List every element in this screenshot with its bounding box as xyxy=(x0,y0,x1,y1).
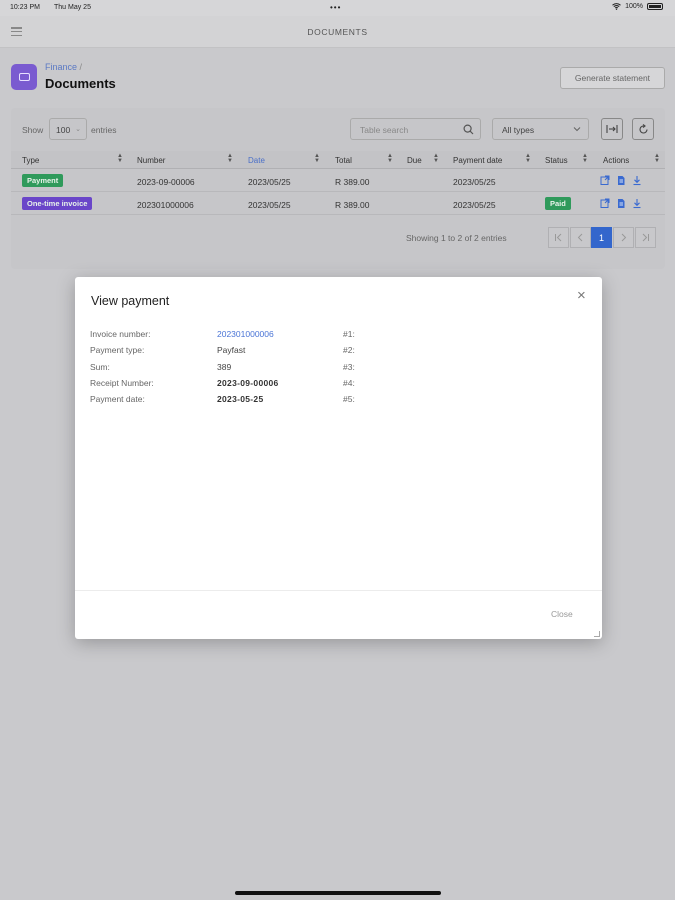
col-number[interactable]: Number xyxy=(137,156,165,165)
cell-date: 2023/05/25 xyxy=(248,177,291,187)
document-icon[interactable] xyxy=(616,175,626,186)
chevron-down-icon: ⌄ xyxy=(75,126,81,133)
hash-label: #3: xyxy=(343,362,355,372)
download-icon[interactable] xyxy=(632,175,642,186)
sort-icon[interactable]: ▲ ▼ xyxy=(227,153,233,164)
cell-total: R 389.00 xyxy=(335,200,370,210)
hash-label: #4: xyxy=(343,378,355,388)
search-icon xyxy=(463,124,474,135)
col-status[interactable]: Status xyxy=(545,156,568,165)
close-icon[interactable]: × xyxy=(577,288,586,303)
documents-icon xyxy=(11,64,37,90)
modal-divider xyxy=(75,590,602,591)
chevron-down-icon xyxy=(573,127,581,132)
chevron-right-icon xyxy=(621,233,627,242)
status-right: 100% xyxy=(612,3,663,10)
page-title: Documents xyxy=(45,76,116,91)
invoice-number-link[interactable]: 202301000006 xyxy=(217,329,274,339)
first-page-button[interactable] xyxy=(548,227,569,248)
sort-icon[interactable]: ▲ ▼ xyxy=(387,153,393,164)
sort-icon[interactable]: ▲ ▼ xyxy=(433,153,439,164)
app-title: DOCUMENTS xyxy=(307,27,368,37)
search-placeholder: Table search xyxy=(360,125,409,135)
last-page-button[interactable] xyxy=(635,227,656,248)
page-size-select[interactable]: 100 ⌄ xyxy=(49,118,87,140)
home-indicator[interactable] xyxy=(235,891,441,895)
type-filter-select[interactable]: All types xyxy=(492,118,589,140)
type-badge: One-time invoice xyxy=(22,197,93,210)
payment-type-value: Payfast xyxy=(217,345,246,355)
receipt-number-value: 2023-09-00006 xyxy=(217,378,279,388)
view-payment-modal: View payment × Invoice number: 202301000… xyxy=(75,277,602,639)
sort-icon[interactable]: ▲ ▼ xyxy=(117,153,123,164)
refresh-button[interactable] xyxy=(632,118,654,140)
next-page-button[interactable] xyxy=(613,227,634,248)
cell-number: 202301000006 xyxy=(137,200,194,210)
export-button[interactable] xyxy=(601,118,623,140)
table-row[interactable]: Payment 2023-09-00006 2023/05/25 R 389.0… xyxy=(11,170,665,192)
cell-date: 2023/05/25 xyxy=(248,200,291,210)
prev-page-button[interactable] xyxy=(570,227,591,248)
chevron-left-icon xyxy=(577,233,583,242)
resize-handle[interactable] xyxy=(594,631,600,637)
export-icon xyxy=(606,125,618,133)
status-bar: 10:23 PM Thu May 25 ••• 100% xyxy=(0,0,675,16)
field-label: Sum: xyxy=(90,362,110,372)
sort-icon[interactable]: ▲ ▼ xyxy=(654,153,660,164)
type-filter-value: All types xyxy=(502,125,535,135)
refresh-icon xyxy=(638,123,648,134)
table-header: Type ▲ ▼ Number ▲ ▼ Date ▲ ▼ Total ▲ ▼ Due ▲… xyxy=(11,151,665,169)
document-icon[interactable] xyxy=(616,198,626,209)
modal-title: View payment xyxy=(91,294,170,308)
open-icon[interactable] xyxy=(600,198,610,209)
hash-label: #2: xyxy=(343,345,355,355)
cell-total: R 389.00 xyxy=(335,177,370,187)
sort-icon[interactable]: ▲ ▼ xyxy=(525,153,531,164)
col-date[interactable]: Date xyxy=(248,156,265,165)
col-total[interactable]: Total xyxy=(335,156,352,165)
close-button[interactable]: Close xyxy=(551,609,573,619)
cell-payment-date: 2023/05/25 xyxy=(453,177,496,187)
field-label: Payment type: xyxy=(90,345,145,355)
search-input[interactable]: Table search xyxy=(350,118,481,140)
status-badge: Paid xyxy=(545,197,571,210)
status-time: 10:23 PM xyxy=(10,4,40,11)
open-icon[interactable] xyxy=(600,175,610,186)
download-icon[interactable] xyxy=(632,198,642,209)
status-date: Thu May 25 xyxy=(54,4,91,11)
breadcrumb-separator: / xyxy=(79,62,83,72)
generate-statement-button[interactable]: Generate statement xyxy=(560,67,665,89)
table-row[interactable]: One-time invoice 202301000006 2023/05/25… xyxy=(11,193,665,215)
hash-label: #1: xyxy=(343,329,355,339)
col-payment-date[interactable]: Payment date xyxy=(453,156,502,165)
multitask-dots[interactable]: ••• xyxy=(330,3,341,12)
breadcrumb: Finance / xyxy=(45,62,82,72)
col-actions: Actions xyxy=(603,156,630,165)
field-label: Receipt Number: xyxy=(90,378,154,388)
page-size-value: 100 xyxy=(56,125,71,135)
cell-payment-date: 2023/05/25 xyxy=(453,200,496,210)
page-1-button[interactable]: 1 xyxy=(591,227,612,248)
showing-entries: Showing 1 to 2 of 2 entries xyxy=(406,233,507,243)
field-label: Invoice number: xyxy=(90,329,151,339)
battery-percent: 100% xyxy=(625,3,643,10)
type-badge: Payment xyxy=(22,174,64,187)
last-page-icon xyxy=(642,233,649,242)
entries-label: entries xyxy=(91,125,117,135)
show-label: Show xyxy=(22,125,44,135)
first-page-icon xyxy=(555,233,562,242)
app-bar: DOCUMENTS xyxy=(0,16,675,48)
breadcrumb-finance[interactable]: Finance xyxy=(45,62,77,72)
sort-icon[interactable]: ▲ ▼ xyxy=(314,153,320,164)
payment-date-value: 2023-05-25 xyxy=(217,394,264,404)
field-label: Payment date: xyxy=(90,394,145,404)
wifi-icon xyxy=(612,3,621,10)
col-due[interactable]: Due xyxy=(407,156,422,165)
battery-icon xyxy=(647,3,663,10)
sort-icon[interactable]: ▲ ▼ xyxy=(582,153,588,164)
sum-value: 389 xyxy=(217,362,232,372)
hash-label: #5: xyxy=(343,394,355,404)
col-type[interactable]: Type xyxy=(22,156,39,165)
cell-number: 2023-09-00006 xyxy=(137,177,195,187)
